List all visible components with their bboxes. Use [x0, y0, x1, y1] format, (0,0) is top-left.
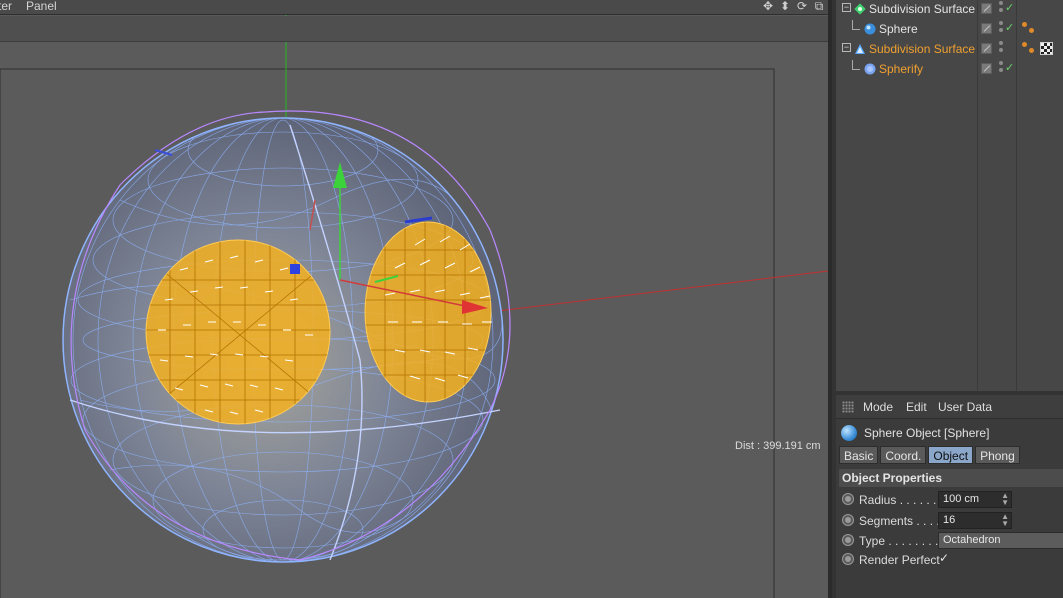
- sphere-icon: [841, 425, 857, 441]
- grip-icon[interactable]: [842, 401, 854, 413]
- animate-radio-icon[interactable]: [842, 493, 854, 505]
- object-row-sphere[interactable]: Sphere ✓: [836, 20, 1063, 40]
- subdivision-surface-icon: [854, 3, 866, 15]
- scene-view[interactable]: [0, 0, 828, 598]
- viewport-menubar: ter Panel ✥ ⬍ ⟳ ⧉: [0, 0, 828, 15]
- attribute-menubar: Mode Edit User Data: [836, 395, 1063, 419]
- polygon-selection-left[interactable]: [145, 239, 331, 425]
- radius-field[interactable]: 100 cm ▲ ▼: [938, 491, 1012, 508]
- enabled-check-icon[interactable]: ✓: [1005, 21, 1014, 34]
- enabled-check-icon[interactable]: ✓: [1005, 61, 1014, 74]
- editor-render-flags-icon[interactable]: [981, 3, 992, 14]
- object-name[interactable]: Spherify: [879, 62, 923, 76]
- collapse-toggle-icon[interactable]: −: [842, 43, 851, 52]
- phong-tag-icon[interactable]: [1022, 22, 1036, 36]
- segments-value: 16: [943, 514, 956, 526]
- collapse-toggle-icon[interactable]: −: [842, 3, 851, 12]
- viewport-nav-icons: ✥ ⬍ ⟳ ⧉: [761, 0, 828, 14]
- menu-filter[interactable]: ter: [0, 0, 12, 14]
- attribute-title-row: Sphere Object [Sphere]: [836, 422, 1063, 444]
- object-row-subdivision-surface-2[interactable]: − Subdivision Surface: [836, 40, 1063, 60]
- sphere-icon: [864, 23, 876, 35]
- radius-value: 100 cm: [943, 493, 980, 505]
- distance-readout: Dist : 399.191 cm: [735, 440, 821, 452]
- render-perfect-checkbox[interactable]: ✓: [939, 551, 949, 565]
- animate-radio-icon[interactable]: [842, 553, 854, 565]
- tree-branch: [852, 20, 860, 30]
- right-panel: − Subdivision Surface ✓ Sphere ✓ − Subdi…: [828, 0, 1063, 598]
- visibility-dots-icon[interactable]: [999, 1, 1004, 17]
- dolly-view-icon[interactable]: ⬍: [778, 0, 792, 14]
- type-dropdown[interactable]: Octahedron: [938, 532, 1063, 549]
- move-view-icon[interactable]: ✥: [761, 0, 775, 14]
- visibility-dots-icon[interactable]: [999, 61, 1004, 77]
- rotate-view-icon[interactable]: ⟳: [795, 0, 809, 14]
- editor-render-flags-icon[interactable]: [981, 43, 992, 54]
- phong-tag-icon[interactable]: [1022, 42, 1036, 56]
- section-title: Object Properties: [842, 471, 943, 485]
- maximize-view-icon[interactable]: ⧉: [812, 0, 826, 14]
- spherify-deformer-icon: [864, 63, 876, 75]
- visibility-dots-icon[interactable]: [999, 41, 1004, 57]
- attribute-tabs: Basic Coord. Object Phong: [839, 446, 1020, 464]
- tab-object[interactable]: Object: [928, 446, 974, 464]
- menu-user-data[interactable]: User Data: [938, 400, 992, 414]
- param-radius: Radius . . . . . . 100 cm ▲ ▼: [836, 490, 1063, 510]
- attribute-title: Sphere Object [Sphere]: [864, 426, 990, 440]
- param-segments: Segments . . . . 16 ▲ ▼: [836, 511, 1063, 531]
- attribute-manager: Mode Edit User Data Sphere Object [Spher…: [836, 395, 1063, 598]
- editor-render-flags-icon[interactable]: [981, 23, 992, 34]
- tab-phong[interactable]: Phong: [975, 446, 1020, 464]
- menu-edit[interactable]: Edit: [906, 400, 927, 414]
- viewport[interactable]: ter Panel ✥ ⬍ ⟳ ⧉ Dist : 399.191 cm: [0, 0, 828, 598]
- subdivision-surface-icon: [854, 43, 866, 55]
- spinner-arrows-icon[interactable]: ▲ ▼: [1001, 513, 1009, 528]
- tree-branch: [852, 60, 860, 70]
- viewport-subbar: [0, 16, 828, 42]
- editor-render-flags-icon[interactable]: [981, 63, 992, 74]
- object-row-subdivision-surface-1[interactable]: − Subdivision Surface ✓: [836, 0, 1063, 20]
- spinner-arrows-icon[interactable]: ▲ ▼: [1001, 492, 1009, 507]
- animate-radio-icon[interactable]: [842, 514, 854, 526]
- tab-basic[interactable]: Basic: [839, 446, 879, 464]
- section-header: Object Properties: [839, 469, 1063, 487]
- param-label: Render Perfect: [859, 553, 940, 567]
- animate-radio-icon[interactable]: [842, 534, 854, 546]
- texture-tag-icon[interactable]: [1040, 42, 1053, 55]
- param-render-perfect: Render Perfect ✓: [836, 550, 1063, 570]
- type-value: Octahedron: [943, 534, 1001, 546]
- object-name[interactable]: Subdivision Surface: [869, 42, 975, 56]
- object-name[interactable]: Sphere: [879, 22, 918, 36]
- object-manager[interactable]: − Subdivision Surface ✓ Sphere ✓ − Subdi…: [836, 0, 1063, 391]
- enabled-check-icon[interactable]: ✓: [1005, 1, 1014, 14]
- tab-coord[interactable]: Coord.: [880, 446, 927, 464]
- param-label: Segments . . . .: [859, 514, 940, 528]
- param-label: Radius . . . . . .: [859, 493, 937, 507]
- object-name[interactable]: Subdivision Surface: [869, 2, 975, 16]
- object-row-spherify[interactable]: Spherify ✓: [836, 60, 1063, 80]
- gizmo-z-handle: [290, 264, 300, 274]
- menu-panel[interactable]: Panel: [26, 0, 57, 14]
- param-type: Type . . . . . . . . Octahedron: [836, 531, 1063, 551]
- segments-field[interactable]: 16 ▲ ▼: [938, 512, 1012, 529]
- visibility-dots-icon[interactable]: [999, 21, 1004, 37]
- menu-mode[interactable]: Mode: [863, 400, 893, 414]
- param-label: Type . . . . . . . .: [859, 534, 939, 548]
